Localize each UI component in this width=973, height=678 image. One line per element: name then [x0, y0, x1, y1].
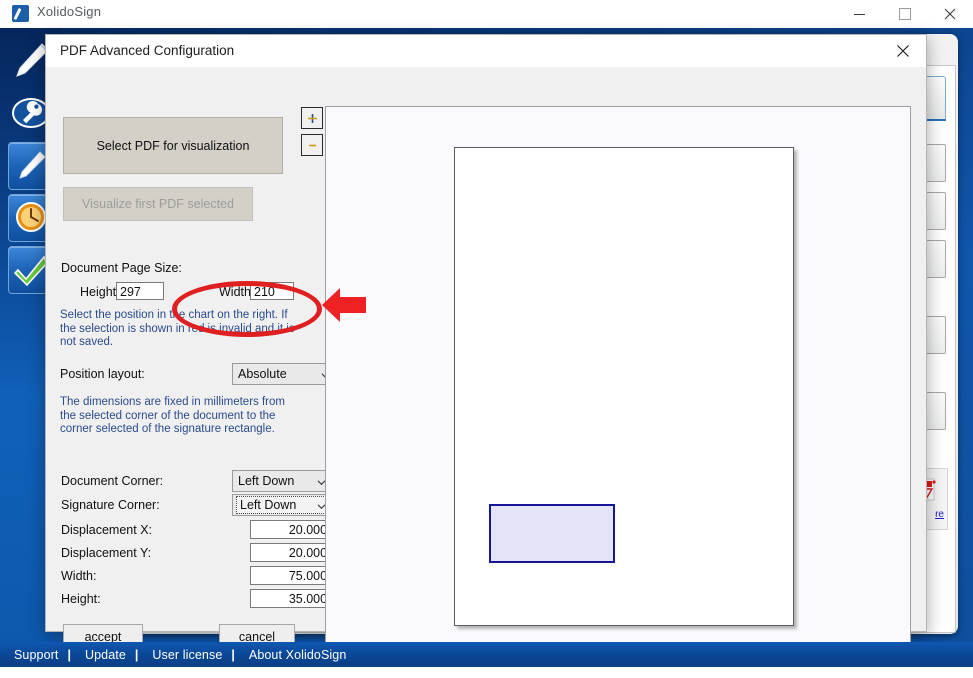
minimize-icon	[854, 13, 865, 15]
footer-link-about[interactable]: About XolidoSign	[249, 648, 347, 662]
document-corner-label: Document Corner:	[61, 474, 164, 488]
select-pdf-button[interactable]: Select PDF for visualization	[63, 117, 283, 174]
dialog-title: PDF Advanced Configuration	[60, 43, 235, 58]
page-height-label: Height:	[80, 285, 120, 299]
displacement-y-label: Displacement Y:	[61, 546, 152, 560]
signature-width-label: Width:	[61, 569, 97, 583]
position-layout-value: Absolute	[238, 367, 287, 381]
pdf-page-canvas[interactable]	[454, 147, 794, 626]
footer-separator: |	[231, 647, 235, 662]
zoom-out-button[interactable]	[301, 134, 323, 156]
zoom-in-button[interactable]	[301, 107, 323, 129]
footer-bar: Support | Update | User license | About …	[0, 642, 973, 667]
maximize-icon	[898, 8, 911, 20]
close-icon	[944, 8, 955, 20]
signature-corner-select[interactable]: Left Down	[232, 494, 333, 516]
document-page-size-label: Document Page Size:	[61, 261, 182, 275]
signature-corner-label: Signature Corner:	[61, 498, 160, 512]
signature-corner-value: Left Down	[236, 496, 330, 514]
footer-separator: |	[67, 647, 71, 662]
footer-link-user-license[interactable]: User license	[152, 648, 222, 662]
pen-icon	[12, 5, 29, 22]
footer-separator: |	[134, 647, 139, 662]
position-layout-label: Position layout:	[60, 367, 145, 381]
document-corner-value: Left Down	[238, 474, 295, 488]
dimensions-fixed-hint: The dimensions are fixed in millimeters …	[60, 396, 285, 435]
dialog-title-bar: PDF Advanced Configuration	[46, 35, 926, 67]
close-window-button[interactable]	[927, 0, 972, 28]
pdf-advanced-configuration-dialog: PDF Advanced Configuration Select PDF fo…	[45, 34, 927, 654]
minimize-button[interactable]	[837, 0, 882, 28]
footer-link-update[interactable]: Update	[85, 648, 126, 662]
position-layout-select[interactable]: Absolute	[232, 363, 337, 385]
bottom-white-strip	[0, 667, 973, 678]
os-title-bar: XolidoSign	[0, 0, 973, 28]
signature-height-label: Height:	[61, 592, 101, 606]
minus-icon	[308, 144, 316, 146]
maximize-button[interactable]	[882, 0, 927, 28]
visualize-first-pdf-button: Visualize first PDF selected	[63, 187, 253, 221]
footer-link-support[interactable]: Support	[14, 648, 58, 662]
annotation-ellipse	[172, 281, 322, 337]
window-title: XolidoSign	[37, 4, 102, 19]
dialog-close-button[interactable]	[884, 37, 922, 65]
annotation-arrow-icon	[322, 288, 366, 322]
plus-icon	[307, 113, 317, 123]
displacement-x-label: Displacement X:	[61, 523, 153, 537]
pdf-link-text[interactable]: re	[935, 509, 944, 520]
dialog-body: Select PDF for visualization Visualize f…	[46, 67, 926, 654]
document-corner-select[interactable]: Left Down	[232, 470, 333, 492]
pdf-preview-pane[interactable]	[325, 106, 911, 654]
signature-rectangle[interactable]	[489, 504, 615, 563]
close-icon	[897, 45, 909, 57]
page-height-input[interactable]: 297	[116, 282, 164, 300]
